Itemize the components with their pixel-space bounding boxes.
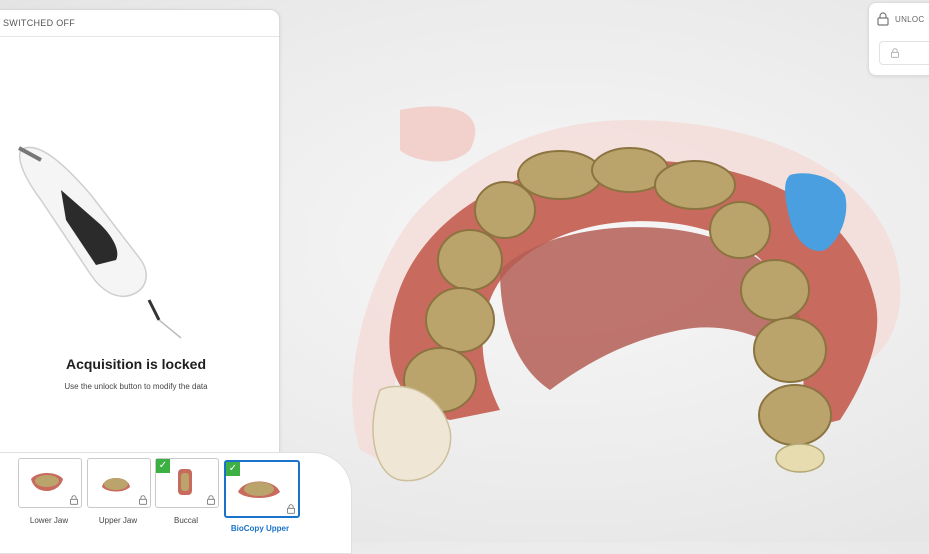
scan-viewport[interactable]: SWITCHED OFF Acquisition is locked Use t… (0, 0, 929, 554)
thumb-biocopy-upper[interactable]: ✓ (224, 460, 300, 518)
acquisition-locked-subtitle: Use the unlock button to modify the data (64, 382, 208, 391)
lock-icon (287, 504, 295, 514)
jaw-3d-model[interactable] (330, 90, 920, 510)
thumb-upper-jaw[interactable] (87, 458, 151, 508)
intraoral-scanner-icon (18, 146, 182, 339)
biocopy-upper-thumb-icon (238, 481, 280, 498)
buccal-thumb-icon (178, 469, 192, 495)
thumb-label-biocopy-upper: BioCopy Upper (230, 524, 290, 533)
lock-icon (207, 495, 215, 505)
lock-icon (139, 495, 147, 505)
thumb-lower-jaw[interactable] (18, 458, 82, 508)
unlock-label: UNLOC (895, 14, 925, 24)
scanner-status: SWITCHED OFF (0, 10, 279, 37)
upper-jaw-thumb-icon (102, 478, 130, 492)
unlock-button[interactable]: UNLOC (877, 11, 925, 27)
thumb-buccal[interactable]: ✓ (155, 458, 219, 508)
acquisition-panel: SWITCHED OFF Acquisition is locked Use t… (0, 9, 280, 461)
unlock-lock-icon (877, 12, 889, 26)
scan-steps-list: Lower Jaw Upper Jaw ✓ Buccal ✓ BioCopy U… (0, 458, 360, 542)
unlock-panel: UNLOC (868, 2, 929, 76)
lower-jaw-thumb-icon (31, 473, 63, 491)
thumb-label-buccal: Buccal (173, 516, 198, 525)
thumb-label-lower-jaw: Lower Jaw (29, 516, 69, 525)
small-lock-icon (891, 48, 899, 58)
unlock-field[interactable] (879, 41, 929, 65)
acquisition-locked-title: Acquisition is locked (65, 356, 207, 372)
lock-icon (70, 495, 78, 505)
